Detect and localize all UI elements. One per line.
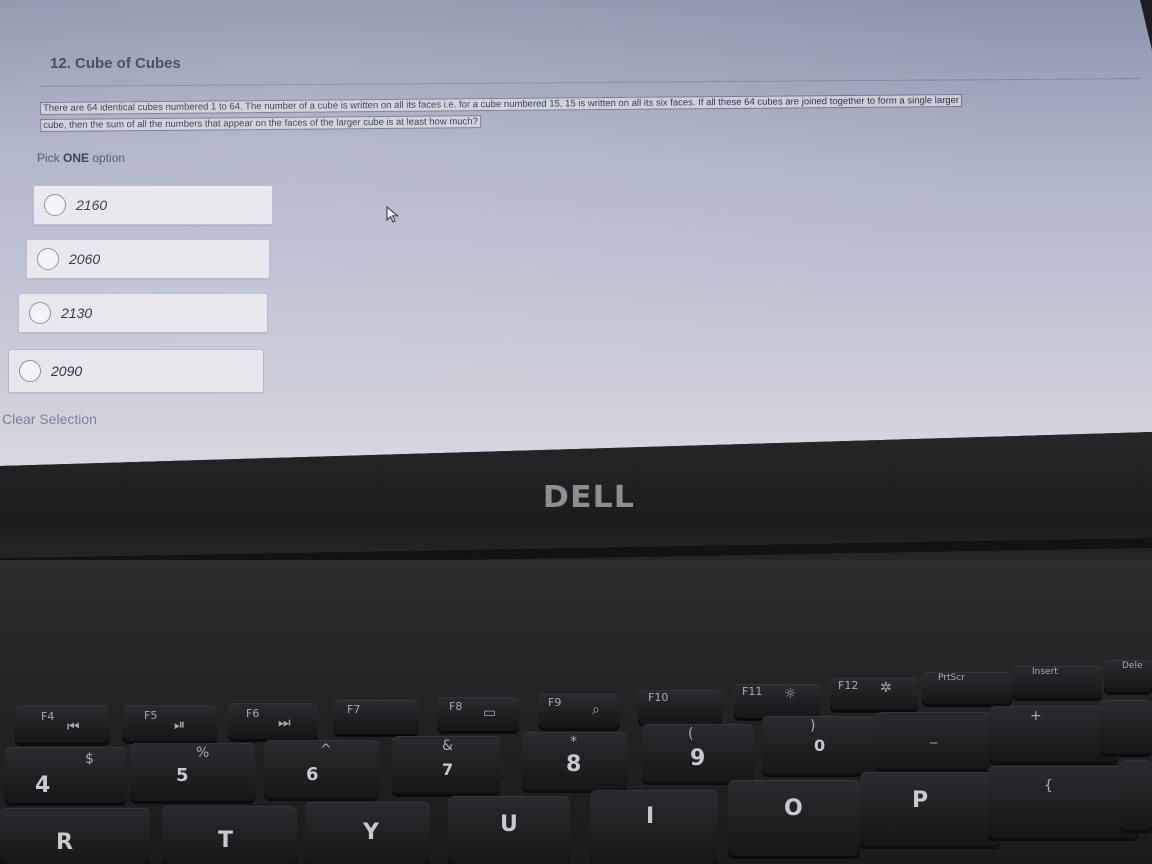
display-switch-icon: ▭ <box>483 705 497 721</box>
key-label: F6 <box>246 707 260 720</box>
key-y[interactable]: Y <box>305 802 430 864</box>
key-label: O <box>784 796 803 821</box>
laptop-screen: 12. Cube of Cubes There are 64 identical… <box>0 0 1152 466</box>
key-label: F5 <box>144 709 158 722</box>
key-label: 4 <box>35 773 51 798</box>
key-label: 5 <box>176 765 189 786</box>
key-label: P <box>912 788 929 813</box>
key-f12[interactable]: F12 ✲ <box>830 678 918 710</box>
key-label: F4 <box>41 710 55 723</box>
key-p[interactable]: P <box>860 772 1000 846</box>
pick-suffix: option <box>92 151 126 165</box>
key-backspace[interactable] <box>1100 700 1152 754</box>
key-9[interactable]: ( 9 <box>642 724 754 782</box>
radio-button[interactable] <box>29 302 51 324</box>
key-label: Y <box>363 820 379 845</box>
key-label: Insert <box>1032 667 1058 677</box>
question-text: There are 64 identical cubes numbered 1 … <box>40 91 1100 134</box>
option-label: 2130 <box>61 305 93 321</box>
key-0[interactable]: ) 0 <box>762 716 880 774</box>
key-f11[interactable]: F11 ☼ <box>734 684 820 718</box>
key-label: { <box>1044 778 1053 794</box>
key-shift-label: & <box>442 738 453 754</box>
key-label: I <box>646 804 655 829</box>
key-right-brace[interactable] <box>1120 760 1152 830</box>
question-text-line2: cube, then the sum of all the numbers th… <box>40 115 481 132</box>
key-f8[interactable]: F8 ▭ <box>437 697 519 731</box>
key-shift-label: * <box>570 734 577 750</box>
key-minus[interactable]: _ <box>876 712 996 770</box>
key-label: F11 <box>742 685 763 698</box>
key-f9[interactable]: F9 ⌕ <box>538 694 620 728</box>
key-i[interactable]: I <box>590 790 718 864</box>
key-insert[interactable]: Insert <box>1012 666 1102 698</box>
search-icon: ⌕ <box>592 702 600 718</box>
key-label: F8 <box>449 700 463 713</box>
key-label: F10 <box>648 691 669 704</box>
key-prtscr[interactable]: PrtScr <box>922 672 1012 704</box>
question-text-line1: There are 64 identical cubes numbered 1 … <box>40 93 963 115</box>
key-label: R <box>56 830 73 855</box>
key-o[interactable]: O <box>728 780 860 856</box>
key-label: 7 <box>442 760 454 779</box>
radio-button[interactable] <box>37 248 59 270</box>
key-delete[interactable]: Dele <box>1104 660 1152 692</box>
key-f10[interactable]: F10 <box>638 690 722 724</box>
radio-button[interactable] <box>44 194 66 216</box>
key-u[interactable]: U <box>448 796 570 864</box>
option-2090[interactable]: 2090 <box>8 349 264 393</box>
key-label: PrtScr <box>938 673 965 683</box>
key-shift-label: ^ <box>320 742 332 758</box>
key-4[interactable]: $ 4 <box>5 747 127 803</box>
mouse-cursor-icon <box>386 205 400 223</box>
key-r[interactable]: R <box>0 808 150 864</box>
key-label: F9 <box>548 696 562 709</box>
option-label: 2160 <box>76 197 108 213</box>
option-2130[interactable]: 2130 <box>18 293 268 333</box>
option-2160[interactable]: 2160 <box>33 185 273 225</box>
key-label: Dele <box>1122 661 1143 671</box>
key-shift-label: $ <box>85 751 94 767</box>
key-label: T <box>218 828 234 853</box>
brightness-up-icon: ✲ <box>880 680 892 696</box>
key-label: F12 <box>838 679 859 692</box>
key-f6[interactable]: F6 ⏭ <box>228 703 318 739</box>
pick-prefix: Pick <box>37 151 60 165</box>
key-shift-label: % <box>196 745 210 761</box>
key-8[interactable]: * 8 <box>522 732 627 790</box>
key-t[interactable]: T <box>162 806 297 864</box>
option-2060[interactable]: 2060 <box>26 239 270 279</box>
dell-logo: DELL <box>542 480 635 515</box>
key-label: _ <box>930 728 937 744</box>
play-pause-icon: ⏯ <box>174 717 186 733</box>
key-equals[interactable]: + <box>990 706 1118 762</box>
key-label: U <box>500 812 518 837</box>
key-6[interactable]: ^ 6 <box>264 740 379 798</box>
key-f5[interactable]: F5 ⏯ <box>122 705 217 741</box>
title-divider <box>40 78 1140 87</box>
key-f7[interactable]: F7 <box>333 700 419 734</box>
option-label: 2090 <box>51 363 83 379</box>
key-label: F7 <box>347 703 361 716</box>
key-7[interactable]: & 7 <box>392 736 500 794</box>
clear-selection-link[interactable]: Clear Selection <box>2 411 97 427</box>
key-label: 0 <box>814 736 826 755</box>
key-shift-label: + <box>1030 708 1042 724</box>
key-label: 6 <box>306 764 319 785</box>
key-label: 9 <box>690 746 706 771</box>
key-shift-label: ( <box>688 726 694 742</box>
previous-track-icon: ⏮ <box>67 719 80 735</box>
pick-bold: ONE <box>63 151 90 165</box>
brightness-down-icon: ☼ <box>784 686 797 702</box>
radio-button[interactable] <box>19 360 41 382</box>
key-left-brace[interactable]: { <box>988 766 1138 838</box>
key-5[interactable]: % 5 <box>130 743 255 801</box>
question-title: 12. Cube of Cubes <box>50 55 181 72</box>
option-label: 2060 <box>69 251 101 267</box>
next-track-icon: ⏭ <box>278 715 291 731</box>
key-shift-label: ) <box>810 718 816 734</box>
key-label: 8 <box>566 752 582 777</box>
pick-instruction: Pick ONE option <box>37 151 125 165</box>
key-f4[interactable]: F4 ⏮ <box>15 705 110 743</box>
